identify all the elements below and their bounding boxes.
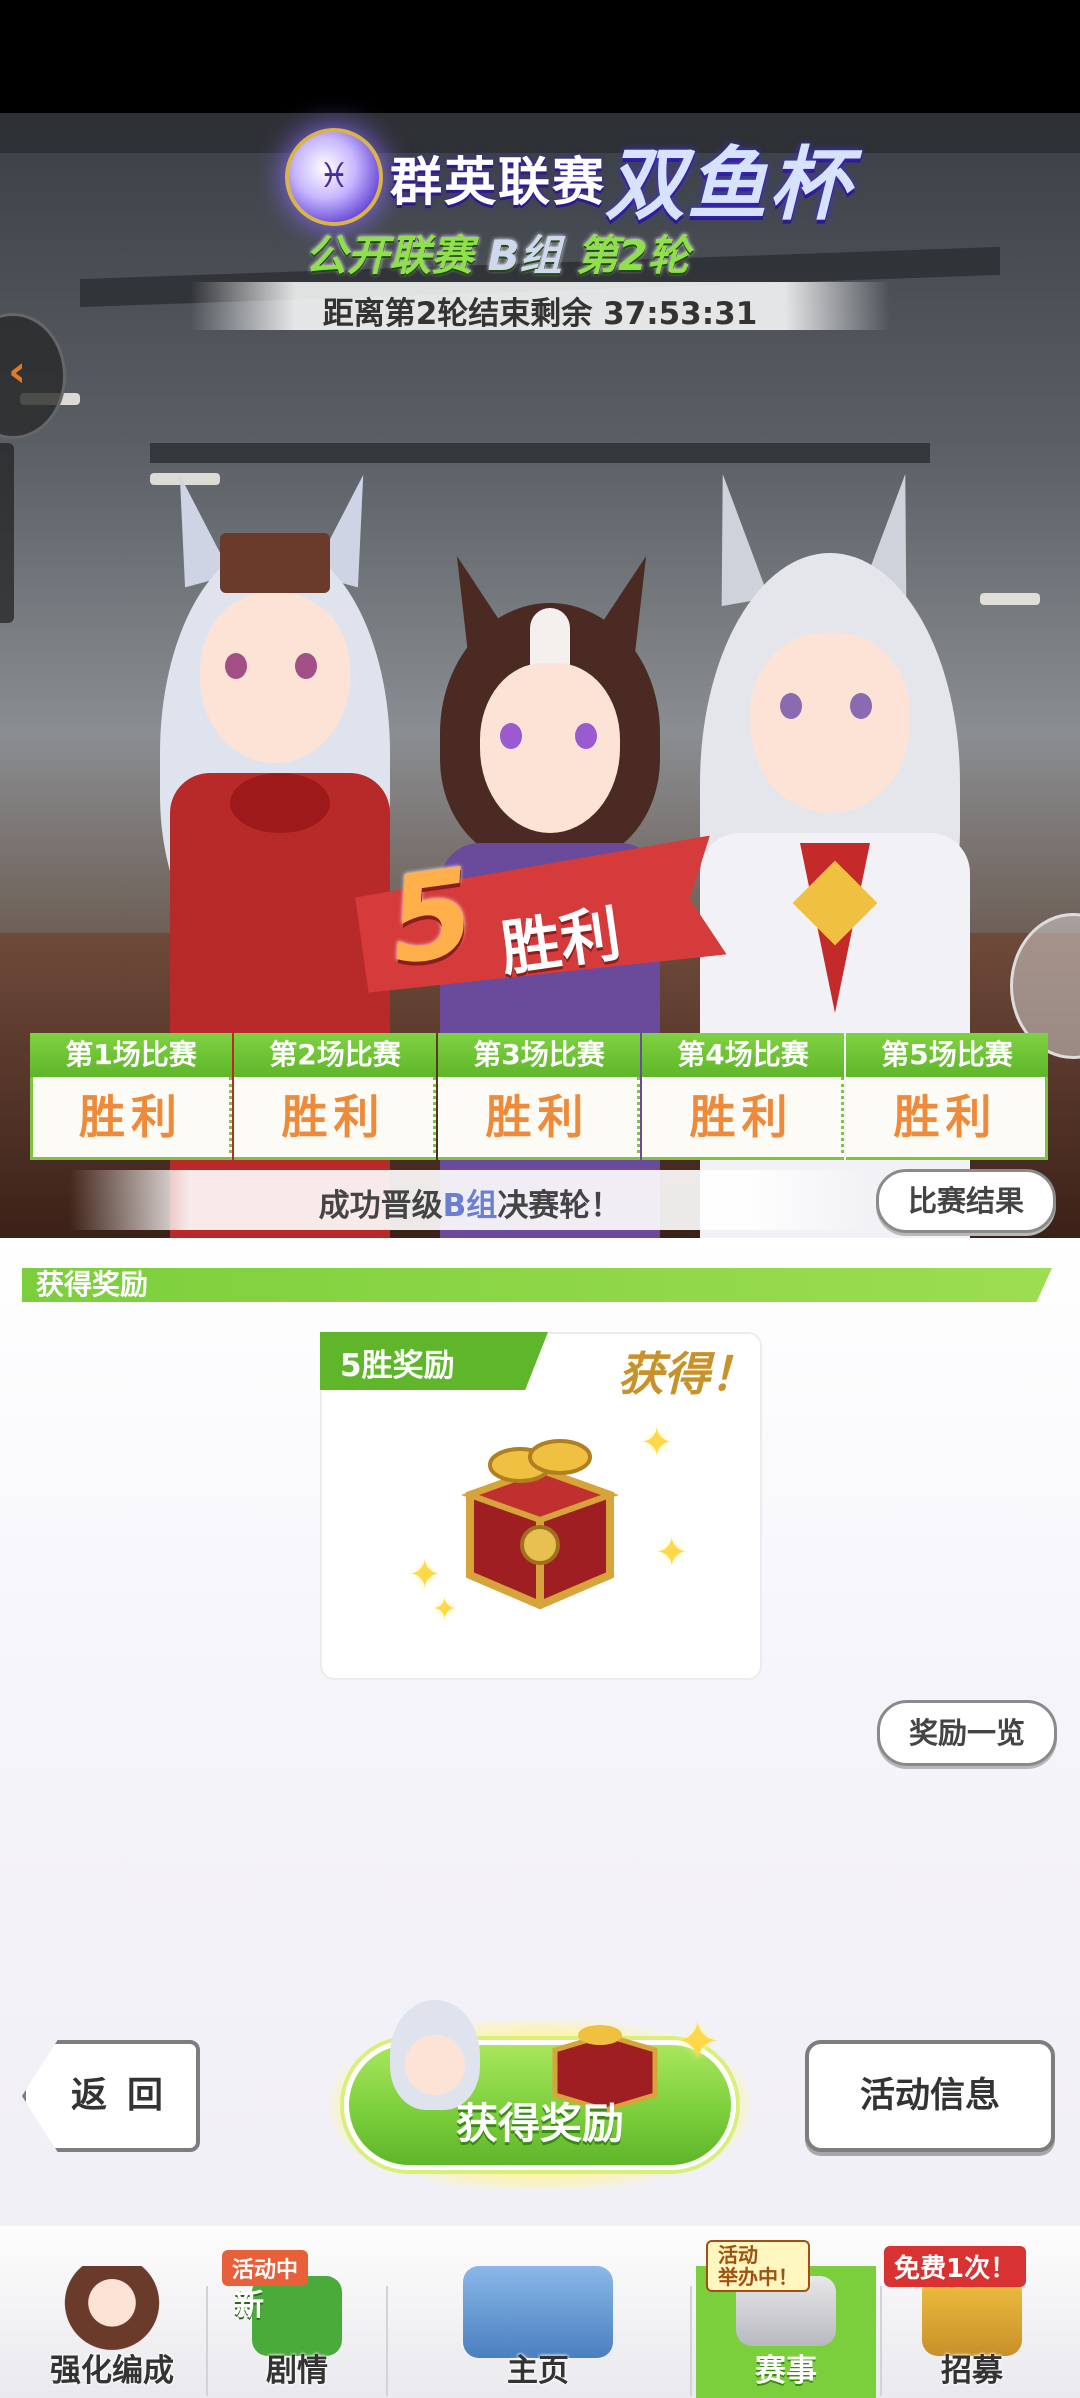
sparkle-icon: ✦ (640, 1420, 674, 1466)
bottom-navigation: 强化编成 活动中 新 剧情 主页 活动 举办中！ 赛事 免费1次！ 招募 (0, 2226, 1080, 2398)
nav-label: 招募 (941, 2353, 1003, 2389)
match-column: 第5场比赛 胜利 (846, 1033, 1048, 1163)
reward-list-button[interactable]: 奖励一览 (877, 1700, 1057, 1766)
nav-badge-free: 免费1次！ (884, 2246, 1027, 2287)
claim-rewards-button[interactable]: ✦ 获得奖励 (330, 2000, 750, 2190)
match-header: 第4场比赛 (642, 1033, 844, 1077)
nav-item-race[interactable]: 活动 举办中！ 赛事 (696, 2240, 876, 2398)
event-stage: 公开联赛 B组 第2轮 (305, 222, 690, 283)
reward-obtained-label: 获得！ (618, 1347, 756, 1401)
nav-label: 强化编成 (50, 2353, 174, 2389)
back-button-label: 返回 (70, 2075, 183, 2116)
claim-rewards-label: 获得奖励 (455, 2099, 624, 2148)
match-column: 第4场比赛 胜利 (642, 1033, 844, 1163)
gacha-icon (922, 2276, 1022, 2356)
countdown-bar: 距离第2轮结束剩余 37:53:31 (190, 282, 890, 332)
match-results-table: 第1场比赛 胜利 第2场比赛 胜利 第3场比赛 胜利 第4场比赛 胜利 第5场比… (30, 1033, 1050, 1163)
match-result: 胜利 (642, 1077, 844, 1160)
side-menu-handle[interactable]: ‹ (0, 313, 66, 439)
match-result: 胜利 (846, 1077, 1048, 1160)
status-bar (0, 0, 1080, 113)
event-logo-icon: ♓ (285, 128, 383, 226)
nav-item-gacha[interactable]: 免费1次！ 招募 (884, 2246, 1060, 2398)
match-header: 第3场比赛 (438, 1033, 640, 1077)
match-column: 第3场比赛 胜利 (438, 1033, 640, 1163)
event-group: B组 (487, 231, 562, 280)
story-book-icon (252, 2276, 342, 2356)
event-stage-prefix: 公开联赛 (305, 231, 474, 280)
match-result: 胜利 (30, 1077, 232, 1160)
promotion-post: 决赛轮！ (497, 1188, 622, 1224)
treasure-box-icon (461, 1439, 619, 1610)
promotion-message: 成功晋级B组决赛轮！ (70, 1180, 870, 1225)
sparkle-icon: ✦ (432, 1592, 458, 1627)
reward-tag-label: 5胜奖励 (340, 1348, 455, 1384)
new-badge: 新 (234, 2288, 264, 2323)
nav-label: 赛事 (755, 2353, 817, 2389)
nav-item-story[interactable]: 活动中 新 剧情 (212, 2250, 382, 2398)
match-column: 第2场比赛 胜利 (234, 1033, 436, 1163)
match-column: 第1场比赛 胜利 (30, 1033, 232, 1163)
chevron-left-icon: ‹ (8, 346, 27, 397)
side-scroll-bar[interactable] (0, 443, 14, 623)
promotion-group: B组 (442, 1188, 498, 1224)
win-label: 胜利 (496, 898, 626, 985)
event-cup-title: 双鱼杯 (605, 138, 851, 231)
reward-header-title: 获得奖励 (36, 1268, 149, 1301)
back-button[interactable]: 返回 (22, 2040, 200, 2152)
event-series-title: 群英联赛 (390, 153, 607, 213)
nav-badge-race: 活动 举办中！ (706, 2240, 810, 2292)
sparkle-icon: ✦ (675, 2010, 721, 2073)
reward-header-bar (22, 1268, 1052, 1302)
nav-label: 剧情 (266, 2353, 328, 2389)
nav-item-enhance[interactable]: 强化编成 (22, 2266, 202, 2398)
countdown-text: 距离第2轮结束剩余 37:53:31 (322, 296, 758, 332)
match-result: 胜利 (438, 1077, 640, 1160)
match-header: 第1场比赛 (30, 1033, 232, 1077)
event-round: 第2轮 (576, 231, 690, 280)
nav-label: 主页 (507, 2353, 569, 2389)
nav-item-home[interactable]: 主页 (392, 2266, 684, 2398)
match-header: 第2场比赛 (234, 1033, 436, 1077)
sparkle-icon: ✦ (655, 1530, 689, 1576)
activity-info-button[interactable]: 活动信息 (805, 2040, 1055, 2152)
match-results-button[interactable]: 比赛结果 (876, 1169, 1056, 1233)
match-result: 胜利 (234, 1077, 436, 1160)
match-header: 第5场比赛 (846, 1033, 1048, 1077)
promotion-pre: 成功晋级 (318, 1188, 443, 1224)
